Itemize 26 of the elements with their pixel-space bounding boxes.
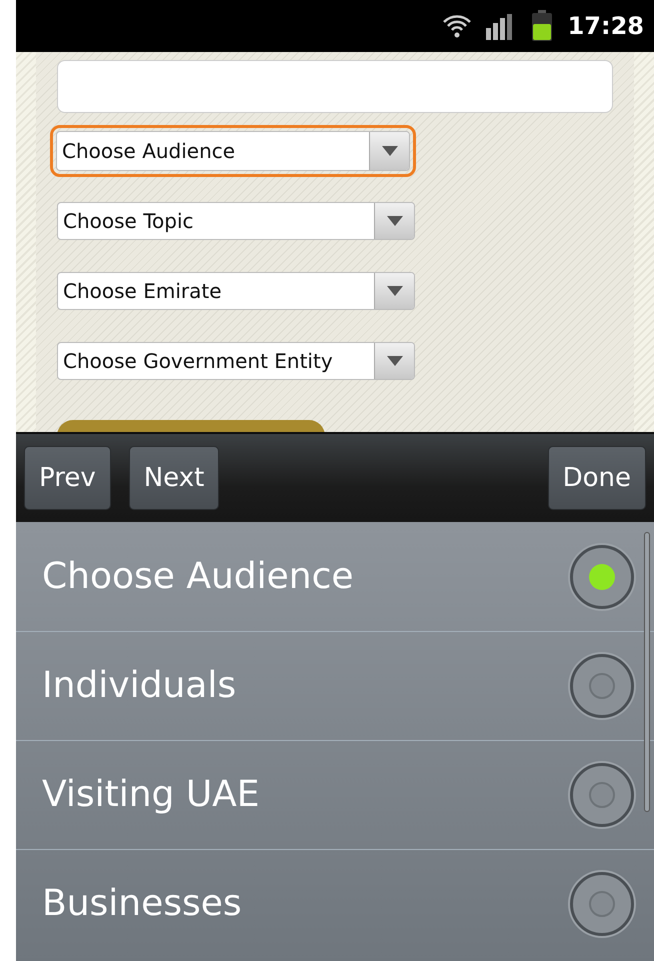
- select-field[interactable]: Choose Government Entity: [57, 342, 415, 380]
- toolbar-button[interactable]: Next: [128, 446, 220, 510]
- picker-option[interactable]: Businesses: [16, 849, 654, 958]
- text-field[interactable]: [57, 60, 613, 113]
- option-label: Businesses: [42, 882, 243, 926]
- select-field[interactable]: Choose Topic: [57, 202, 415, 240]
- toolbar-button[interactable]: Done: [548, 446, 646, 510]
- option-label: Individuals: [42, 664, 238, 708]
- option-label: Visiting UAE: [42, 773, 261, 817]
- clock-time: 17:28: [568, 11, 644, 42]
- picker-option[interactable]: Individuals: [16, 631, 654, 740]
- select-label: Choose Government Entity: [62, 348, 334, 375]
- option-label: Choose Audience: [42, 554, 355, 598]
- select-label: Choose Audience: [61, 138, 236, 165]
- toolbar-button[interactable]: Prev: [24, 446, 111, 510]
- battery-icon: [530, 10, 554, 42]
- select-label: Choose Topic: [62, 208, 194, 235]
- radio-button[interactable]: [570, 763, 634, 827]
- select-field[interactable]: Choose Emirate: [57, 272, 415, 310]
- radio-button[interactable]: [570, 654, 634, 718]
- picker-option[interactable]: Visiting UAE: [16, 740, 654, 849]
- radio-button[interactable]: [570, 872, 634, 936]
- select-field[interactable]: Choose Audience: [50, 125, 416, 177]
- radio-button[interactable]: [570, 544, 634, 608]
- select-label: Choose Emirate: [62, 278, 222, 305]
- wifi-icon: [442, 13, 472, 39]
